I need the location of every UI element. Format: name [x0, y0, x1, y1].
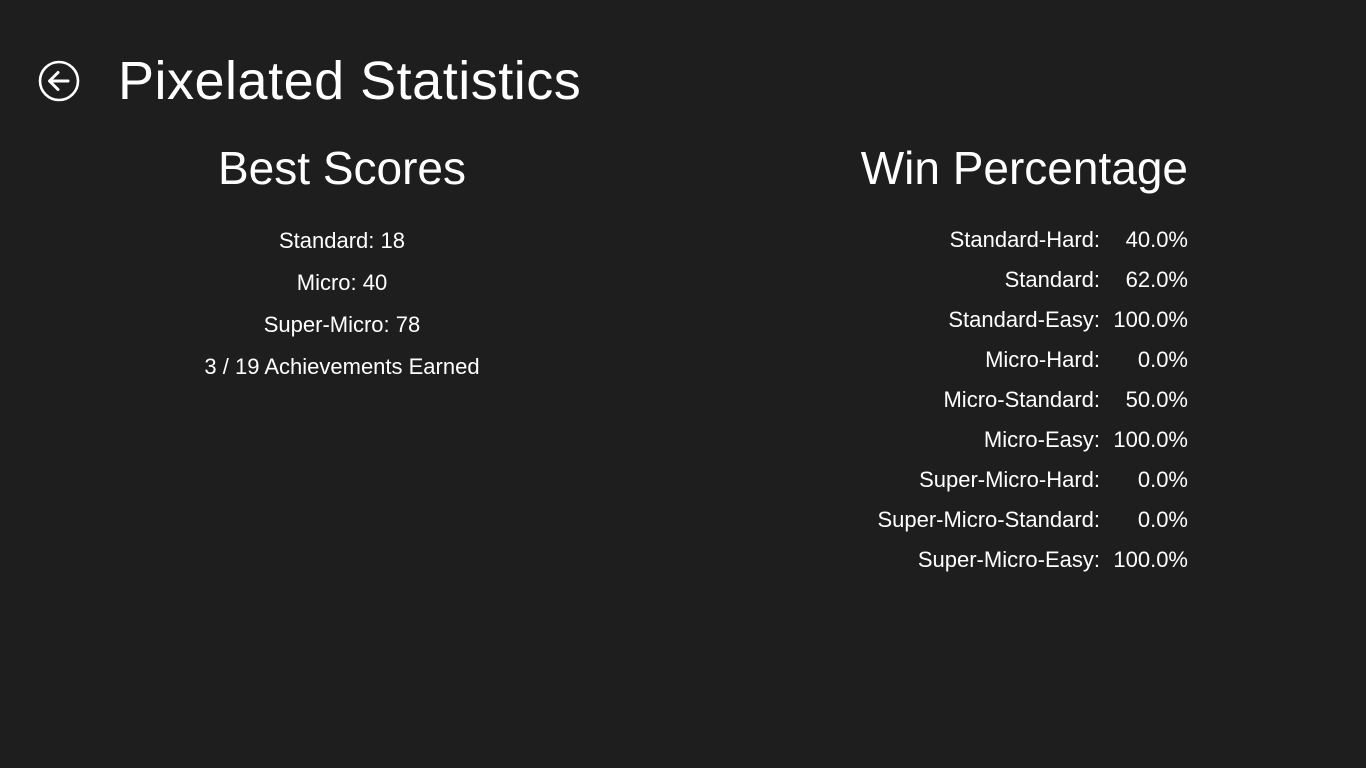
win-label: Standard: — [1004, 267, 1100, 292]
page-title: Pixelated Statistics — [118, 51, 582, 111]
win-row-standard-hard: Standard-Hard: 40.0% — [830, 220, 1190, 260]
win-label: Super-Micro-Hard: — [919, 467, 1100, 492]
win-percentage-list: Standard-Hard: 40.0% Standard: 62.0% Sta… — [830, 220, 1190, 580]
best-score-micro: Micro: 40 — [296, 270, 388, 295]
win-row-super-micro-standard: Super-Micro-Standard: 0.0% — [830, 500, 1190, 540]
win-label: Micro-Standard: — [943, 387, 1100, 412]
win-row-micro-easy: Micro-Easy: 100.0% — [830, 420, 1190, 460]
win-value: 0.0% — [1137, 467, 1188, 492]
best-scores-section: Best Scores Standard: 18 Micro: 40 Super… — [142, 138, 542, 388]
win-value: 100.0% — [1113, 307, 1188, 332]
best-score-standard: Standard: 18 — [279, 228, 405, 253]
win-value: 0.0% — [1137, 347, 1188, 372]
win-value: 62.0% — [1125, 267, 1188, 292]
win-label: Standard-Hard: — [949, 227, 1100, 252]
win-percentage-heading: Win Percentage — [860, 142, 1188, 194]
win-row-super-micro-easy: Super-Micro-Easy: 100.0% — [830, 540, 1190, 580]
best-score-super-micro: Super-Micro: 78 — [263, 312, 421, 337]
win-label: Standard-Easy: — [948, 307, 1100, 332]
best-scores-list: Standard: 18 Micro: 40 Super-Micro: 78 3… — [142, 220, 542, 388]
win-row-standard-easy: Standard-Easy: 100.0% — [830, 300, 1190, 340]
win-row-micro-hard: Micro-Hard: 0.0% — [830, 340, 1190, 380]
win-label: Micro-Hard: — [985, 347, 1100, 372]
back-arrow-circle-icon — [38, 60, 80, 102]
best-scores-heading: Best Scores — [218, 142, 466, 194]
win-value: 50.0% — [1125, 387, 1188, 412]
statistics-page: Pixelated Statistics Best Scores Standar… — [0, 0, 1366, 768]
win-label: Micro-Easy: — [983, 427, 1100, 452]
win-row-micro-standard: Micro-Standard: 50.0% — [830, 380, 1190, 420]
win-label: Super-Micro-Standard: — [877, 507, 1100, 532]
win-row-super-micro-hard: Super-Micro-Hard: 0.0% — [830, 460, 1190, 500]
win-row-standard: Standard: 62.0% — [830, 260, 1190, 300]
back-button[interactable] — [38, 60, 80, 102]
achievements-earned: 3 / 19 Achievements Earned — [204, 354, 480, 379]
win-value: 0.0% — [1137, 507, 1188, 532]
win-percentage-section: Win Percentage Standard-Hard: 40.0% Stan… — [830, 138, 1190, 580]
win-label: Super-Micro-Easy: — [917, 547, 1100, 572]
win-value: 100.0% — [1113, 427, 1188, 452]
win-value: 100.0% — [1113, 547, 1188, 572]
win-value: 40.0% — [1125, 227, 1188, 252]
